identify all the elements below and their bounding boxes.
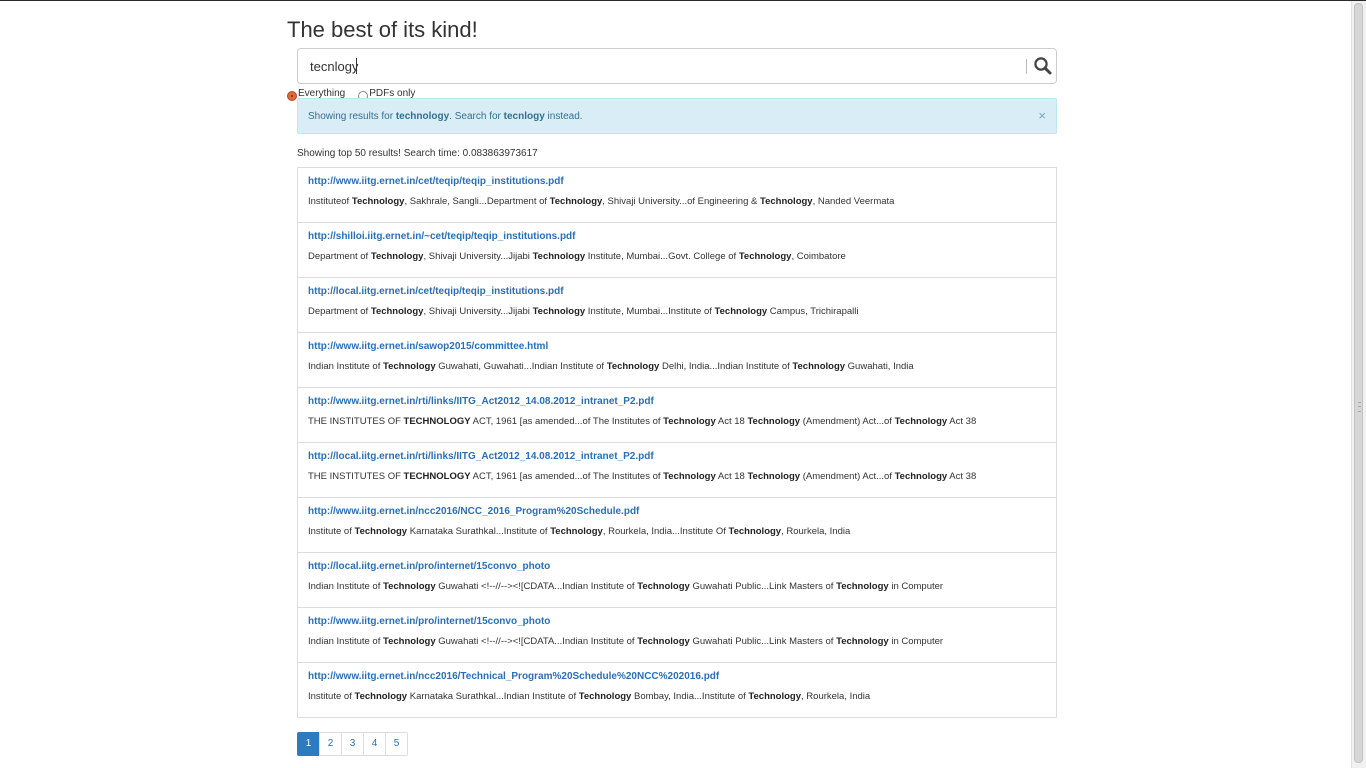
radio-label[interactable]: Everything — [298, 88, 345, 99]
text-caret — [356, 58, 357, 74]
result-snippet: Institute of Technology Karnataka Surath… — [308, 526, 851, 537]
vertical-scrollbar[interactable] — [1351, 1, 1366, 768]
result-link[interactable]: http://local.iitg.ernet.in/rti/links/IIT… — [308, 451, 654, 462]
result-snippet: Instituteof Technology, Sakhrale, Sangli… — [308, 196, 895, 207]
page-button-2[interactable]: 2 — [319, 732, 342, 756]
results-list: http://www.iitg.ernet.in/cet/teqip/teqip… — [297, 167, 1057, 718]
page-button-3[interactable]: 3 — [341, 732, 364, 756]
result-item: http://shilloi.iitg.ernet.in/~cet/teqip/… — [297, 222, 1057, 278]
result-link[interactable]: http://www.iitg.ernet.in/ncc2016/NCC_201… — [308, 506, 639, 517]
result-item: http://local.iitg.ernet.in/rti/links/IIT… — [297, 442, 1057, 498]
page-title: The best of its kind! — [287, 17, 478, 42]
result-link[interactable]: http://shilloi.iitg.ernet.in/~cet/teqip/… — [308, 231, 576, 242]
pagination: 12345 — [297, 732, 408, 756]
result-item: http://www.iitg.ernet.in/pro/internet/15… — [297, 607, 1057, 663]
result-summary: Showing top 50 results! Search time: 0.0… — [297, 148, 538, 159]
result-item: http://www.iitg.ernet.in/rti/links/IITG_… — [297, 387, 1057, 443]
result-snippet: Department of Technology, Shivaji Univer… — [308, 306, 859, 317]
result-item: http://local.iitg.ernet.in/pro/internet/… — [297, 552, 1057, 608]
result-snippet: Department of Technology, Shivaji Univer… — [308, 251, 846, 262]
result-snippet: Indian Institute of Technology Guwahati,… — [308, 361, 914, 372]
result-link[interactable]: http://www.iitg.ernet.in/pro/internet/15… — [308, 616, 550, 627]
close-icon[interactable]: × — [1038, 109, 1046, 122]
result-item: http://www.iitg.ernet.in/sawop2015/commi… — [297, 332, 1057, 388]
radio-label[interactable]: PDFs only — [369, 88, 415, 99]
radio-everything[interactable] — [287, 91, 297, 101]
result-snippet: Institute of Technology Karnataka Surath… — [308, 691, 871, 702]
result-item: http://www.iitg.ernet.in/cet/teqip/teqip… — [297, 167, 1057, 223]
result-link[interactable]: http://local.iitg.ernet.in/cet/teqip/teq… — [308, 286, 564, 297]
search-separator — [1026, 59, 1027, 74]
result-link[interactable]: http://www.iitg.ernet.in/sawop2015/commi… — [308, 341, 548, 352]
page-button-1[interactable]: 1 — [297, 732, 320, 756]
search-input[interactable] — [310, 49, 1010, 83]
result-link[interactable]: http://www.iitg.ernet.in/rti/links/IITG_… — [308, 396, 654, 407]
result-item: http://www.iitg.ernet.in/ncc2016/NCC_201… — [297, 497, 1057, 553]
original-query-link[interactable]: tecnlogy — [504, 111, 545, 122]
corrected-query: technology — [395, 111, 450, 122]
result-link[interactable]: http://local.iitg.ernet.in/pro/internet/… — [308, 561, 550, 572]
result-link[interactable]: http://www.iitg.ernet.in/ncc2016/Technic… — [308, 671, 719, 682]
search-icon — [1034, 57, 1052, 75]
alert-message: Showing results for technology. Search f… — [308, 111, 583, 122]
grip-icon — [1358, 402, 1361, 412]
page-button-5[interactable]: 5 — [385, 732, 408, 756]
result-link[interactable]: http://www.iitg.ernet.in/cet/teqip/teqip… — [308, 176, 564, 187]
result-snippet: Indian Institute of Technology Guwahati … — [308, 581, 944, 592]
scrollbar-thumb[interactable] — [1354, 3, 1363, 763]
spelling-suggestion-alert: Showing results for technology. Search f… — [297, 98, 1057, 134]
result-snippet: THE INSTITUTES OF TECHNOLOGY ACT, 1961 [… — [308, 416, 977, 427]
search-button[interactable] — [1032, 55, 1054, 77]
result-item: http://www.iitg.ernet.in/ncc2016/Technic… — [297, 662, 1057, 718]
result-snippet: Indian Institute of Technology Guwahati … — [308, 636, 944, 647]
search-box — [297, 48, 1057, 84]
result-snippet: THE INSTITUTES OF TECHNOLOGY ACT, 1961 [… — [308, 471, 977, 482]
result-item: http://local.iitg.ernet.in/cet/teqip/teq… — [297, 277, 1057, 333]
page-button-4[interactable]: 4 — [363, 732, 386, 756]
